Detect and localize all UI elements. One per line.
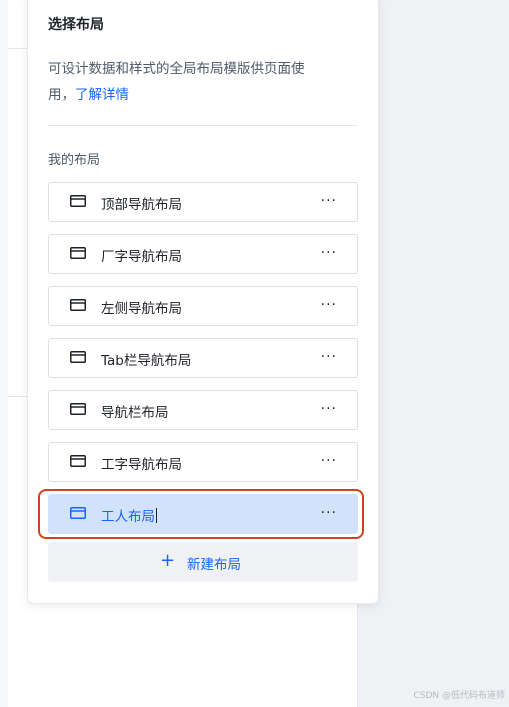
background-divider [8,396,28,397]
more-options-icon[interactable]: ··· [321,245,337,261]
new-layout-label: 新建布局 [187,557,241,573]
layout-item[interactable]: 厂字导航布局 ··· [48,234,358,274]
text-caret [156,508,157,523]
layout-icon [70,299,86,311]
background-left-strip [0,0,8,707]
layout-name-input[interactable]: 工人布局 [101,505,157,525]
layout-icon [70,195,86,207]
background-canvas [358,0,509,707]
more-options-icon[interactable]: ··· [321,453,337,469]
new-layout-button[interactable]: + 新建布局 [48,542,358,582]
layout-item[interactable]: 左侧导航布局 ··· [48,286,358,326]
section-title-my-layouts: 我的布局 [48,153,101,168]
layout-item-label: 导航栏布局 [101,405,169,421]
layout-list: 顶部导航布局 ··· 厂字导航布局 ··· 左侧导航布局 ··· Tab栏导航布… [38,182,364,546]
divider [48,125,358,126]
layout-popover: 选择布局 可设计数据和样式的全局布局模版供页面使 用，了解详情 我的布局 顶部导航… [27,0,379,604]
popover-title: 选择布局 [48,17,104,33]
layout-item[interactable]: 工字导航布局 ··· [48,442,358,482]
layout-item-label: 左侧导航布局 [101,301,182,317]
layout-icon [70,507,86,519]
highlight-annotation-box [38,489,364,539]
more-options-icon[interactable]: ··· [321,349,337,365]
layout-icon [70,351,86,363]
layout-item-label: 厂字导航布局 [101,249,182,265]
more-options-icon[interactable]: ··· [321,401,337,417]
background-divider [8,48,28,49]
layout-item[interactable]: Tab栏导航布局 ··· [48,338,358,378]
more-options-icon[interactable]: ··· [321,505,337,521]
layout-icon [70,403,86,415]
popover-description: 可设计数据和样式的全局布局模版供页面使 用，了解详情 [48,56,348,108]
layout-icon [70,247,86,259]
watermark: CSDN @低代码布道师 [413,691,505,701]
description-text-wrap: 用， [48,87,75,103]
layout-icon [70,455,86,467]
plus-icon: + [160,550,176,571]
layout-item-label: 顶部导航布局 [101,197,182,213]
learn-more-link[interactable]: 了解详情 [75,87,129,103]
layout-item[interactable]: 导航栏布局 ··· [48,390,358,430]
layout-item[interactable]: 顶部导航布局 ··· [48,182,358,222]
layout-item-label: 工字导航布局 [101,457,182,473]
layout-item-label: Tab栏导航布局 [101,353,192,369]
layout-item-editing[interactable]: 工人布局 ··· [38,489,364,539]
more-options-icon[interactable]: ··· [321,297,337,313]
layout-item-label: 工人布局 [101,509,155,525]
description-text: 可设计数据和样式的全局布局模版供页面使 [48,61,305,77]
more-options-icon[interactable]: ··· [321,193,337,209]
